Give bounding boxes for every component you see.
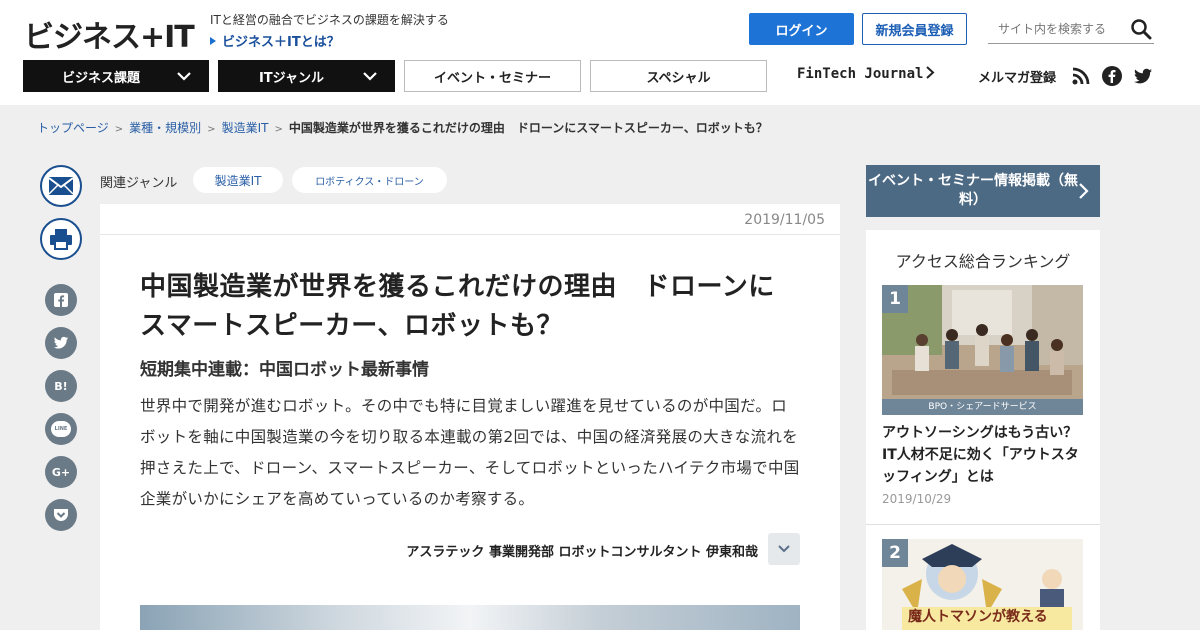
breadcrumb: トップページ > 業種・規模別 > 製造業IT > 中国製造業が世界を獲るこれだけの理由 ド… [37,119,768,136]
access-ranking: アクセス総合ランキング 1 BPO・シェアードサービス アウトソーシングはもう古… [866,230,1100,630]
event-listing-label: イベント・セミナー情報掲載（無料） [868,173,1078,208]
share-line-button[interactable]: LINE [45,413,77,445]
divider [100,234,840,235]
nav-business-label: ビジネス課題 [61,70,140,86]
article-subtitle: 短期集中連載：中国ロボット最新事情 [140,360,429,380]
search-box [988,16,1154,44]
hatena-icon: B! [54,379,68,393]
login-button[interactable]: ログイン [749,13,854,45]
about-link-label: ビジネス＋ITとは？ [222,35,340,50]
nav-business-challenges[interactable]: ビジネス課題 [23,60,209,92]
breadcrumb-current: 中国製造業が世界を獲るこれだけの理由 ドローンにスマートスピーカー、ロボットも？ [288,121,768,135]
breadcrumb-separator: > [114,124,124,135]
print-icon [50,229,72,250]
article-author: アスラテック 事業開発部 ロボットコンサルタント 伊東和哉 [406,545,758,560]
site-logo[interactable]: ビジネス+IT [24,12,195,56]
facebook-icon[interactable] [1102,66,1122,86]
ranking-1-category: BPO・シェアードサービス [882,399,1083,415]
nav-special[interactable]: スペシャル [590,60,767,92]
share-facebook-button[interactable] [45,284,77,316]
author-expand-button[interactable] [768,533,800,565]
share-mail-button[interactable] [40,165,82,207]
ranking-title: アクセス総合ランキング [895,252,1071,271]
rss-icon[interactable] [1071,66,1091,86]
triangle-right-icon [210,37,216,45]
breadcrumb-manufacturing[interactable]: 製造業IT [222,121,269,135]
ranking-1-date: 2019/10/29 [882,492,952,506]
breadcrumb-top[interactable]: トップページ [37,121,109,135]
search-input[interactable] [988,16,1118,42]
twitter-icon[interactable] [1133,66,1153,86]
register-button[interactable]: 新規会員登録 [862,13,967,45]
ranking-1-headline[interactable]: アウトソーシングはもう古い？IT人材不足に効く「アウトスタッフィング」とは [882,422,1087,488]
article-card: 2019/11/05 中国製造業が世界を獲るこれだけの理由 ドローンにスマートス… [100,204,840,630]
share-google-plus-button[interactable]: G+ [45,456,77,488]
nav-it-genre[interactable]: ITジャンル [218,60,395,92]
article-hero-image [140,605,800,630]
ranking-1-image[interactable]: 1 BPO・シェアードサービス [882,285,1083,415]
related-genre-label: 関連ジャンル [100,176,178,191]
line-icon: LINE [51,421,71,437]
genre-tag-robotics[interactable]: ロボティクス・ドローン [292,167,447,193]
nav-fintech-journal[interactable]: FinTech Journal [797,66,935,82]
fintech-label: FinTech Journal [797,66,924,82]
print-button[interactable] [40,218,82,260]
article-lead: 世界中で開発が進むロボット。その中でも特に目覚ましい躍進を見せているのが中国だ。… [140,397,800,508]
facebook-icon [54,293,68,307]
nav-it-genre-label: ITジャンル [258,70,325,86]
event-listing-button[interactable]: イベント・セミナー情報掲載（無料） [866,165,1100,217]
chevron-down-icon [177,72,191,81]
ranking-2-image-text: 魔人トマソンが教える [908,609,1048,625]
ranking-1-number: 1 [882,285,908,313]
article-date: 2019/11/05 [744,212,825,228]
search-icon[interactable] [1130,18,1152,40]
share-pocket-button[interactable] [45,499,77,531]
mailmag-link[interactable]: メルマガ登録 [978,67,1056,86]
mail-icon [48,177,74,195]
office-photo [882,285,1083,415]
share-hatena-button[interactable]: B! [45,370,77,402]
chevron-down-icon [778,545,790,553]
breadcrumb-separator: > [274,124,283,135]
ranking-2-image[interactable]: 2 魔人トマソンが教える [882,539,1083,630]
breadcrumb-industry[interactable]: 業種・規模別 [129,121,201,135]
chevron-right-icon [926,66,935,79]
article-title: 中国製造業が世界を獲るこれだけの理由 ドローンにスマートスピーカー、ロボットも？ [140,272,775,341]
divider [866,524,1100,525]
pocket-icon [54,509,68,521]
chevron-right-icon [1079,183,1089,199]
twitter-icon [53,336,69,349]
genre-tag-manufacturing[interactable]: 製造業IT [193,167,283,193]
site-header: ビジネス+IT ITと経営の融合でビジネスの課題を解決する ビジネス＋ITとは？… [0,0,1200,105]
chevron-down-icon [363,72,377,81]
about-link[interactable]: ビジネス＋ITとは？ [210,31,340,50]
google-plus-icon: G+ [51,465,71,479]
share-twitter-button[interactable] [45,327,77,359]
nav-events[interactable]: イベント・セミナー [404,60,581,92]
breadcrumb-separator: > [207,124,216,135]
ranking-2-number: 2 [882,539,908,567]
site-tagline: ITと経営の融合でビジネスの課題を解決する [210,13,449,27]
